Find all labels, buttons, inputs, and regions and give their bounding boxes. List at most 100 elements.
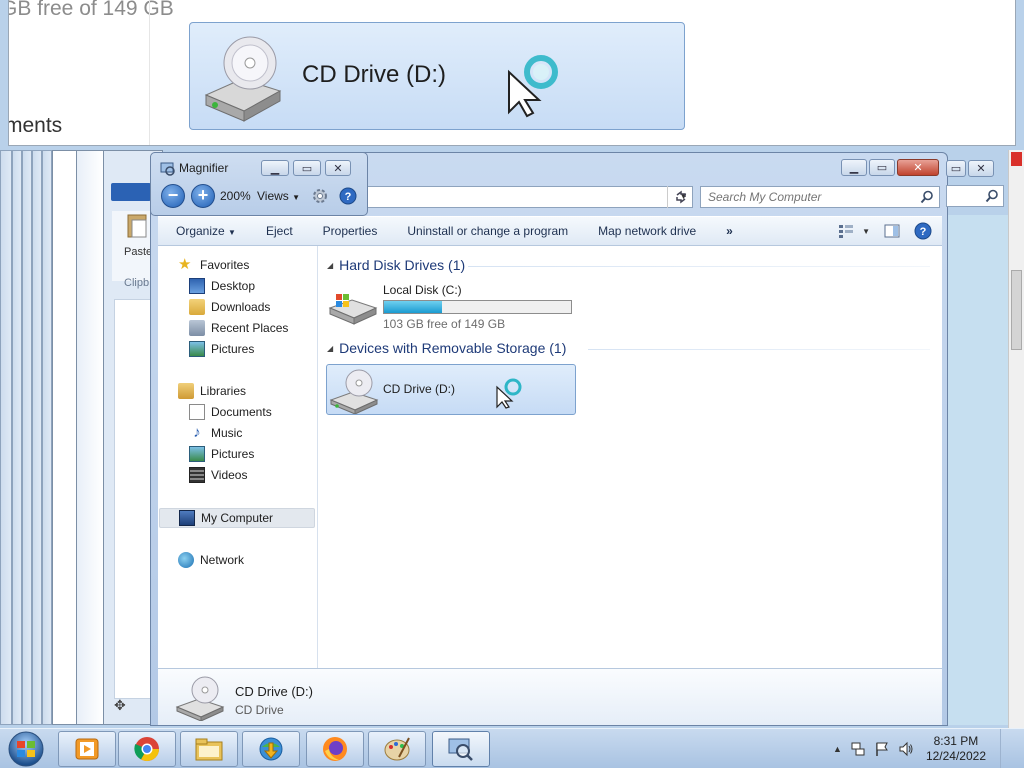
paste-label[interactable]: Paste [124,246,152,258]
window-caption-buttons: ▁ ▭ ✕ [841,159,939,176]
zoom-in-button[interactable]: + [191,184,215,208]
firefox-icon [323,737,347,761]
nav-label: Videos [211,468,248,482]
help-icon[interactable]: ? [914,222,932,240]
refresh-button[interactable] [667,186,693,208]
svg-text:?: ? [920,226,927,238]
maximize-button[interactable]: ▭ [293,160,321,176]
navigation-pane: ★ Favorites Desktop Downloads Recent Pla… [158,246,318,668]
close-button[interactable]: ✕ [897,159,939,176]
scrollbar-thumb[interactable] [1011,270,1022,350]
organize-button[interactable]: Organize ▼ [158,224,251,238]
taskbar-magnifier[interactable] [432,731,490,767]
taskbar-idm[interactable] [242,731,300,767]
right-scrollbar[interactable] [1008,150,1024,728]
nav-libraries[interactable]: Libraries [178,381,246,401]
busy-cursor-icon [508,55,558,118]
nav-label: Documents [211,405,272,419]
maximize-button[interactable]: ▭ [869,159,895,176]
volume-icon[interactable] [898,741,914,757]
show-hidden-icons-button[interactable]: ▲ [833,744,842,754]
more-commands-button[interactable]: » [711,224,748,238]
properties-button[interactable]: Properties [308,224,393,238]
paste-icon [127,214,147,238]
views-label: Views [257,189,289,203]
collapse-triangle-icon[interactable]: ◢ [327,344,333,353]
group-header-hard-disk[interactable]: ◢ Hard Disk Drives (1) [327,257,465,273]
help-icon[interactable]: ? [339,187,357,205]
background-window [52,150,77,725]
view-list-icon [839,225,854,238]
pictures-icon [189,446,205,462]
paint-palette-icon [384,737,410,761]
document-area[interactable] [114,299,154,699]
cd-drive-item[interactable]: CD Drive (D:) [326,364,576,415]
map-network-drive-button[interactable]: Map network drive [583,224,711,238]
nav-label: Libraries [200,384,247,398]
eject-button[interactable]: Eject [251,224,308,238]
scrollbar-marker [1011,152,1022,166]
background-window-frame [42,150,52,725]
details-item-type: CD Drive [235,703,284,717]
search-box[interactable] [700,186,940,208]
cd-drive-name: CD Drive (D:) [383,382,455,396]
action-center-flag-icon[interactable] [874,741,890,757]
nav-music[interactable]: ♪ Music [189,423,242,443]
magnifier-lens: GB free of 149 GB ments CD Drive (D:) [8,0,1016,146]
maximize-button[interactable]: ▭ [946,160,966,177]
nav-favorites[interactable]: ★ Favorites [178,255,249,275]
nav-documents[interactable]: Documents [189,402,272,422]
taskbar-file-explorer[interactable] [180,731,238,767]
nav-desktop[interactable]: Desktop [189,276,255,296]
clock[interactable]: 8:31 PM 12/24/2022 [926,734,986,764]
background-search-box[interactable] [946,185,1004,207]
minimize-button[interactable]: ▁ [261,160,289,176]
lens-cd-drive-label: CD Drive (D:) [302,61,446,88]
background-window-frame [32,150,42,725]
nav-my-computer[interactable]: My Computer [159,508,315,528]
group-header-label: Hard Disk Drives (1) [339,257,466,273]
search-icon[interactable] [985,189,999,203]
show-desktop-button[interactable] [1000,729,1014,768]
folder-icon [195,738,223,761]
close-button[interactable]: ✕ [968,160,994,177]
media-player-icon [75,738,99,760]
chevron-down-icon: ▼ [292,193,301,202]
zoom-out-button[interactable]: − [161,184,185,208]
ribbon-menu-button[interactable] [111,183,151,201]
views-dropdown[interactable]: Views ▼ [257,189,300,203]
taskbar-paint[interactable] [368,731,426,767]
magnifier-title: Magnifier [179,161,229,175]
nav-network[interactable]: Network [178,550,244,570]
change-view-button[interactable]: ▼ [838,224,870,238]
collapse-triangle-icon[interactable]: ◢ [327,261,333,270]
film-strip-icon [189,467,205,483]
taskbar-firefox[interactable] [306,731,364,767]
cd-drive-icon [329,369,379,414]
magnifier-app-icon [160,162,175,176]
local-disk-name: Local Disk (C:) [383,283,462,297]
taskbar-chrome[interactable] [118,731,176,767]
group-divider [588,349,930,350]
minimize-button[interactable]: ▁ [841,159,867,176]
pictures-icon [189,341,205,357]
plus-icon: + [197,185,209,205]
magnifier-caption-buttons: ▁ ▭ ✕ [261,160,351,176]
nav-recent-places[interactable]: Recent Places [189,318,288,338]
network-icon[interactable] [850,741,866,757]
search-input[interactable] [701,187,911,207]
uninstall-program-button[interactable]: Uninstall or change a program [392,224,583,238]
close-button[interactable]: ✕ [325,160,351,176]
gear-icon[interactable] [311,187,329,205]
nav-pictures[interactable]: Pictures [189,339,254,359]
taskbar-media-player[interactable] [58,731,116,767]
cd-drive-icon [204,36,282,122]
nav-videos[interactable]: Videos [189,465,247,485]
search-icon[interactable] [920,190,934,204]
nav-downloads[interactable]: Downloads [189,297,270,317]
start-button[interactable] [4,730,50,768]
group-header-removable[interactable]: ◢ Devices with Removable Storage (1) [327,340,566,356]
local-disk-item[interactable]: Local Disk (C:) 103 GB free of 149 GB [328,280,588,331]
nav-library-pictures[interactable]: Pictures [189,444,254,464]
preview-pane-icon[interactable] [884,224,900,238]
